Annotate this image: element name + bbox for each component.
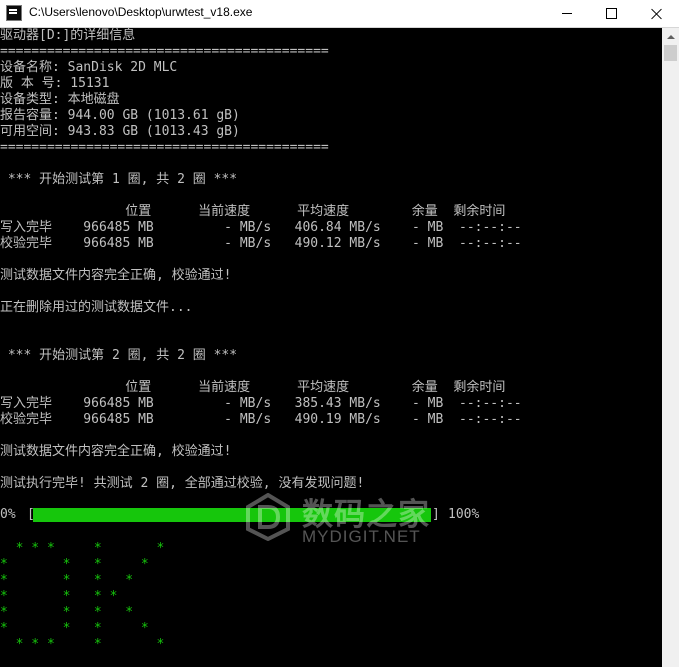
ok-art-row: * * * * * — [0, 541, 165, 556]
console-line: 可用空间: 943.83 GB (1013.43 gB) — [0, 124, 240, 139]
scroll-thumb[interactable] — [664, 45, 677, 61]
console-line: 位置 当前速度 平均速度 余量 剩余时间 — [0, 380, 506, 395]
console-output: 驱动器[D:]的详细信息 ===========================… — [0, 28, 662, 667]
progress-end-label: 100% — [448, 507, 480, 522]
console-line: 正在删除用过的测试数据文件... — [0, 300, 193, 315]
console-line: 校验完毕 966485 MB - MB/s 490.12 MB/s - MB -… — [0, 236, 522, 251]
console-line: 报告容量: 944.00 GB (1013.61 gB) — [0, 108, 240, 123]
ok-art-row: * * * * * — [0, 637, 165, 652]
minimize-button[interactable] — [544, 0, 589, 27]
console-line: 写入完毕 966485 MB - MB/s 406.84 MB/s - MB -… — [0, 220, 522, 235]
progress-indicator: 0% [ ] 100% — [0, 506, 520, 524]
window-title: C:\Users\lenovo\Desktop\urwtest_v18.exe — [29, 5, 253, 19]
console-app-icon — [6, 5, 22, 21]
progress-bar-fill — [33, 508, 431, 522]
console-line: 校验完毕 966485 MB - MB/s 490.19 MB/s - MB -… — [0, 412, 522, 427]
console-line: *** 开始测试第 1 圈, 共 2 圈 *** — [0, 172, 238, 187]
maximize-button[interactable] — [589, 0, 634, 27]
console-line: 驱动器[D:]的详细信息 — [0, 28, 136, 43]
maximize-icon — [606, 8, 617, 19]
console-line: 版 本 号: 15131 — [0, 76, 110, 91]
console-line: 设备名称: SanDisk 2D MLC — [0, 60, 178, 75]
console-line: 位置 当前速度 平均速度 余量 剩余时间 — [0, 204, 506, 219]
console-line: *** 开始测试第 2 圈, 共 2 圈 *** — [0, 348, 238, 363]
console-line: 设备类型: 本地磁盘 — [0, 92, 120, 107]
minimize-icon — [561, 13, 572, 14]
console-line: 测试数据文件内容完全正确, 校验通过! — [0, 444, 232, 459]
progress-bracket-right: ] — [432, 507, 440, 522]
vertical-scrollbar[interactable] — [662, 28, 679, 667]
title-bar[interactable]: C:\Users\lenovo\Desktop\urwtest_v18.exe — [0, 0, 679, 28]
scroll-up-arrow-icon[interactable] — [662, 28, 679, 45]
ok-art-row: * * * * — [0, 557, 149, 572]
ok-art-row: * * * * — [0, 621, 149, 636]
ok-art-row: * * * * — [0, 573, 134, 588]
console-line: 测试数据文件内容完全正确, 校验通过! — [0, 268, 232, 283]
console-window: C:\Users\lenovo\Desktop\urwtest_v18.exe … — [0, 0, 679, 667]
close-icon — [651, 8, 663, 20]
progress-start-label: 0% — [0, 507, 16, 522]
close-button[interactable] — [634, 0, 679, 27]
console-line: 写入完毕 966485 MB - MB/s 385.43 MB/s - MB -… — [0, 396, 522, 411]
ok-art-row: * * * * — [0, 589, 118, 604]
console-line: 测试执行完毕! 共测试 2 圈, 全部通过校验, 没有发现问题! — [0, 476, 365, 491]
ok-art-row: * * * * — [0, 605, 134, 620]
console-line: ========================================… — [0, 44, 329, 59]
console-line: ========================================… — [0, 140, 329, 155]
